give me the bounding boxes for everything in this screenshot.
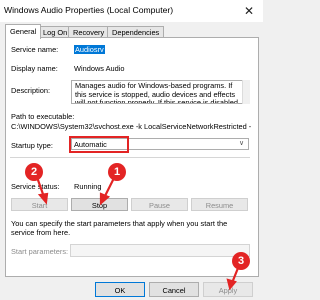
apply-button[interactable]: Apply <box>203 282 253 297</box>
cancel-button[interactable]: Cancel <box>149 282 199 297</box>
annotation-badge-2: 2 <box>25 163 43 181</box>
ok-button[interactable]: OK <box>95 282 145 297</box>
startup-type-label: Startup type: <box>11 141 53 150</box>
start-button[interactable]: Start <box>11 198 68 211</box>
divider <box>10 157 250 158</box>
annotation-badge-1: 1 <box>108 163 126 181</box>
window-title: Windows Audio Properties (Local Computer… <box>4 5 174 15</box>
annotation-badge-3: 3 <box>232 252 250 270</box>
service-name-label: Service name: <box>11 45 59 54</box>
stop-button[interactable]: Stop <box>71 198 128 211</box>
startup-type-highlight <box>69 136 129 153</box>
pause-button[interactable]: Pause <box>131 198 188 211</box>
description-label: Description: <box>11 86 51 95</box>
path-label: Path to executable: <box>11 112 75 121</box>
close-icon[interactable]: ✕ <box>238 2 260 20</box>
path-value[interactable]: C:\WINDOWS\System32\svchost.exe -k Local… <box>11 122 251 131</box>
resume-button[interactable]: Resume <box>191 198 248 211</box>
display-name-label: Display name: <box>11 64 58 73</box>
service-status-value: Running <box>74 182 102 191</box>
start-parameters-input[interactable] <box>70 244 250 257</box>
tab-general[interactable]: General <box>5 24 42 39</box>
description-text[interactable]: Manages audio for Windows-based programs… <box>71 80 249 104</box>
start-parameters-label: Start parameters: <box>11 247 69 256</box>
service-name-value[interactable]: Audiosrv <box>74 45 105 54</box>
display-name-value[interactable]: Windows Audio <box>74 64 125 73</box>
help-text: You can specify the start parameters tha… <box>11 219 228 237</box>
service-status-label: Service status: <box>11 182 60 191</box>
chevron-down-icon[interactable]: ∨ <box>239 139 244 147</box>
description-scrollbar[interactable] <box>242 80 250 104</box>
